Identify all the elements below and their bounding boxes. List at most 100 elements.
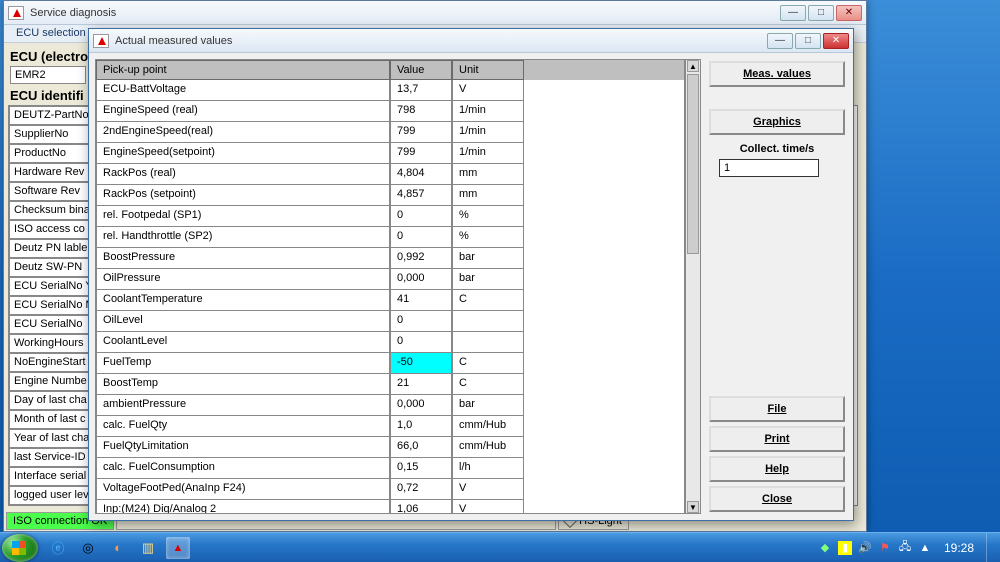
dialog-titlebar[interactable]: Actual measured values — □ ✕ <box>89 29 853 53</box>
cell-value: 13,7 <box>390 80 452 101</box>
cell-unit: bar <box>452 269 524 290</box>
cell-unit: 1/min <box>452 101 524 122</box>
help-button[interactable]: Help <box>709 456 845 482</box>
table-row[interactable]: EngineSpeed(setpoint)7991/min <box>96 143 684 164</box>
taskbar-app-icon[interactable]: ▲ <box>166 537 190 559</box>
cell-pickup: VoltageFootPed(AnaInp F24) <box>96 479 390 500</box>
cell-value: 4,857 <box>390 185 452 206</box>
cell-value: 0 <box>390 332 452 353</box>
tray-volume-icon[interactable]: 🔊 <box>858 541 872 555</box>
cell-value: 0 <box>390 311 452 332</box>
table-row[interactable]: RackPos (setpoint)4,857mm <box>96 185 684 206</box>
cell-unit <box>452 332 524 353</box>
cell-pickup: calc. FuelQty <box>96 416 390 437</box>
start-button[interactable] <box>2 534 38 562</box>
cell-unit: l/h <box>452 458 524 479</box>
cell-pickup: FuelTemp <box>96 353 390 374</box>
table-row[interactable]: FuelQtyLimitation66,0cmm/Hub <box>96 437 684 458</box>
file-button[interactable]: File <box>709 396 845 422</box>
table-row[interactable]: VoltageFootPed(AnaInp F24)0,72V <box>96 479 684 500</box>
cell-value: 799 <box>390 122 452 143</box>
taskbar-clock[interactable]: 19:28 <box>944 541 974 555</box>
cell-pickup: CoolantTemperature <box>96 290 390 311</box>
cell-unit: cmm/Hub <box>452 437 524 458</box>
tray-shield-icon[interactable]: ⚑ <box>878 541 892 555</box>
table-row[interactable]: OilLevel0 <box>96 311 684 332</box>
collect-time-input[interactable] <box>719 159 819 177</box>
header-value[interactable]: Value <box>390 60 452 80</box>
cell-pickup: RackPos (real) <box>96 164 390 185</box>
cell-value: 1,06 <box>390 500 452 514</box>
cell-pickup: rel. Handthrottle (SP2) <box>96 227 390 248</box>
table-row[interactable]: calc. FuelConsumption0,15l/h <box>96 458 684 479</box>
table-row[interactable]: calc. FuelQty1,0cmm/Hub <box>96 416 684 437</box>
scroll-up-arrow[interactable]: ▲ <box>687 60 699 72</box>
cell-pickup: OilLevel <box>96 311 390 332</box>
cell-pickup: BoostPressure <box>96 248 390 269</box>
table-row[interactable]: EngineSpeed (real)7981/min <box>96 101 684 122</box>
system-tray: ◆ ▮ 🔊 ⚑ 🖧 ▲ 19:28 <box>818 533 1000 562</box>
dialog-close-panel-button[interactable]: Close <box>709 486 845 512</box>
table-row[interactable]: rel. Footpedal (SP1)0% <box>96 206 684 227</box>
cell-value: 0,15 <box>390 458 452 479</box>
dialog-close-button[interactable]: ✕ <box>823 33 849 49</box>
taskbar-firefox-icon[interactable]: ◐ <box>106 537 130 559</box>
cell-pickup: ECU-BattVoltage <box>96 80 390 101</box>
table-row[interactable]: CoolantTemperature41C <box>96 290 684 311</box>
tray-up-icon[interactable]: ▲ <box>918 541 932 555</box>
dialog-maximize-button[interactable]: □ <box>795 33 821 49</box>
cell-pickup: BoostTemp <box>96 374 390 395</box>
measured-values-dialog: Actual measured values — □ ✕ Pick-up poi… <box>88 28 854 521</box>
print-button[interactable]: Print <box>709 426 845 452</box>
table-row[interactable]: ECU-BattVoltage13,7V <box>96 80 684 101</box>
cell-pickup: RackPos (setpoint) <box>96 185 390 206</box>
header-pickup[interactable]: Pick-up point <box>96 60 390 80</box>
cell-value: 798 <box>390 101 452 122</box>
cell-pickup: Inp:(M24) Dig/Analog 2 <box>96 500 390 514</box>
tray-network-icon[interactable]: 🖧 <box>898 541 912 555</box>
table-row[interactable]: CoolantLevel0 <box>96 332 684 353</box>
cell-unit: C <box>452 374 524 395</box>
table-row[interactable]: RackPos (real)4,804mm <box>96 164 684 185</box>
header-unit[interactable]: Unit <box>452 60 524 80</box>
cell-unit: 1/min <box>452 143 524 164</box>
cell-value: 1,0 <box>390 416 452 437</box>
taskbar-explorer-icon[interactable]: ▥ <box>136 537 160 559</box>
main-titlebar[interactable]: Service diagnosis — □ ✕ <box>4 1 866 25</box>
tray-flag-icon[interactable]: ▮ <box>838 541 852 555</box>
tray-icon-1[interactable]: ◆ <box>818 541 832 555</box>
meas-values-button[interactable]: Meas. values <box>709 61 845 87</box>
maximize-button[interactable]: □ <box>808 5 834 21</box>
scroll-thumb[interactable] <box>687 74 699 254</box>
taskbar-chrome-icon[interactable]: ◎ <box>76 537 100 559</box>
side-panel: Meas. values Graphics Collect. time/s Fi… <box>707 59 847 514</box>
dialog-minimize-button[interactable]: — <box>767 33 793 49</box>
table-row[interactable]: ambientPressure0,000bar <box>96 395 684 416</box>
cell-value: 0,72 <box>390 479 452 500</box>
vertical-scrollbar[interactable]: ▲ ▼ <box>685 59 701 514</box>
collect-time-label: Collect. time/s <box>709 143 845 155</box>
minimize-button[interactable]: — <box>780 5 806 21</box>
close-button[interactable]: ✕ <box>836 5 862 21</box>
table-row[interactable]: rel. Handthrottle (SP2)0% <box>96 227 684 248</box>
cell-unit: cmm/Hub <box>452 416 524 437</box>
taskbar: ⓔ ◎ ◐ ▥ ▲ ◆ ▮ 🔊 ⚑ 🖧 ▲ 19:28 <box>0 532 1000 562</box>
table-row[interactable]: 2ndEngineSpeed(real)7991/min <box>96 122 684 143</box>
cell-unit: C <box>452 353 524 374</box>
menu-ecu-selection[interactable]: ECU selection <box>8 25 94 42</box>
table-row[interactable]: BoostPressure0,992bar <box>96 248 684 269</box>
taskbar-ie-icon[interactable]: ⓔ <box>46 537 70 559</box>
table-row[interactable]: BoostTemp21C <box>96 374 684 395</box>
cell-unit: % <box>452 206 524 227</box>
table-row[interactable]: Inp:(M24) Dig/Analog 21,06V <box>96 500 684 514</box>
table-row[interactable]: OilPressure0,000bar <box>96 269 684 290</box>
cell-unit: bar <box>452 395 524 416</box>
cell-pickup: OilPressure <box>96 269 390 290</box>
table-row[interactable]: FuelTemp-50C <box>96 353 684 374</box>
show-desktop-button[interactable] <box>986 533 996 562</box>
graphics-button[interactable]: Graphics <box>709 109 845 135</box>
app-icon <box>8 6 24 20</box>
cell-unit: V <box>452 479 524 500</box>
scroll-down-arrow[interactable]: ▼ <box>687 501 699 513</box>
cell-pickup: CoolantLevel <box>96 332 390 353</box>
